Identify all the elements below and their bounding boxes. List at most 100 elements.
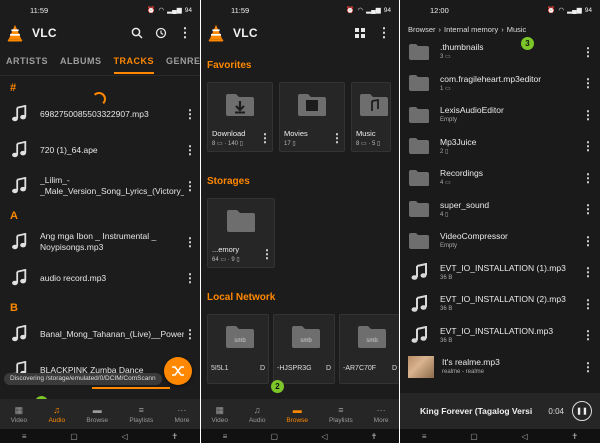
pause-button[interactable]: ❚❚ (572, 401, 592, 421)
bottom-navigation: ▦ Video ♫ Audio ▬ Browse ≡ Playlists ··· More (201, 399, 399, 429)
nav-playlists[interactable]: ≡ Playlists (129, 405, 153, 424)
nav-video[interactable]: ▦ Video (211, 405, 228, 424)
favorite-card-movies[interactable]: Movies 17 ▯ ⋮ (279, 82, 345, 152)
overflow-menu-icon[interactable]: ⋮ (375, 24, 393, 42)
mini-player[interactable]: King Forever (Tagalog Versi 0:04 ❚❚ (400, 393, 600, 429)
status-icons: ⏰ ◠ ▂▄▆ 94 (346, 6, 391, 15)
menu-key-icon[interactable]: ≡ (223, 432, 228, 441)
more-options-icon[interactable]: ⋮ (582, 329, 594, 341)
shuffle-all-button[interactable] (164, 357, 192, 385)
home-key-icon[interactable]: ▢ (271, 432, 279, 441)
menu-key-icon[interactable]: ≡ (22, 432, 27, 441)
more-options-icon[interactable]: ⋮ (582, 140, 594, 152)
audio-file-row[interactable]: EVT_IO_INSTALLATION (2).mp3 36 B ⋮ (400, 288, 600, 320)
folder-icon (409, 169, 429, 186)
audio-file-row[interactable]: It's realme.mp3 realme - realme ⋮ (400, 351, 600, 383)
accessibility-icon[interactable]: ✝ (171, 432, 178, 441)
favorite-card-download[interactable]: Download 8 ▭ · 140 ▯ ⋮ (207, 82, 273, 152)
tab-tracks[interactable]: TRACKS (113, 46, 155, 76)
folder-row[interactable]: LexisAudioEditor Empty ⋮ (400, 99, 600, 131)
breadcrumb-item[interactable]: Browser (408, 25, 436, 34)
network-share-card[interactable]: smb -HJSPR3G D (273, 314, 335, 384)
more-options-icon[interactable]: ⋮ (582, 109, 594, 121)
search-icon[interactable] (128, 24, 146, 42)
overflow-menu-icon[interactable]: ⋮ (176, 24, 194, 42)
more-options-icon[interactable]: ⋮ (582, 361, 594, 373)
audio-file-row[interactable]: EVT_IO_INSTALLATION.mp3 36 B ⋮ (400, 320, 600, 352)
status-bar: 11:59 ⏰ ◠ ▂▄▆ 94 (201, 0, 399, 20)
more-options-icon[interactable]: ⋮ (582, 266, 594, 278)
audio-file-row[interactable]: EVT_IO_INSTALLATION (1).mp3 36 B ⋮ (400, 257, 600, 289)
home-key-icon[interactable]: ▢ (470, 432, 478, 441)
network-share-card[interactable]: smb -AR7C70F D (339, 314, 399, 384)
signal-icon: ▂▄▆ (567, 7, 582, 14)
more-options-icon[interactable]: ⋮ (582, 203, 594, 215)
more-options-icon[interactable]: ⋮ (331, 132, 343, 144)
folder-row[interactable]: super_sound 4 ▯ ⋮ (400, 194, 600, 226)
folder-row[interactable]: com.fragileheart.mp3editor 1 ▭ ⋮ (400, 68, 600, 100)
history-icon[interactable] (152, 24, 170, 42)
menu-key-icon[interactable]: ≡ (422, 432, 427, 441)
list-item[interactable]: Ang mga Ibon _ Instrumental _ Noypisongs… (0, 224, 200, 260)
music-note-icon (12, 105, 27, 122)
back-key-icon[interactable]: ◁ (522, 432, 528, 441)
more-options-icon[interactable]: ⋮ (184, 328, 196, 340)
wifi-icon: ◠ (158, 7, 165, 14)
playlist-icon: ≡ (138, 404, 144, 415)
nav-audio[interactable]: ♫ Audio (48, 405, 65, 424)
nav-more[interactable]: ··· More (175, 405, 190, 424)
nav-playlists[interactable]: ≡ Playlists (329, 405, 353, 424)
more-options-icon[interactable]: ⋮ (184, 272, 196, 284)
view-list-icon[interactable] (351, 24, 369, 42)
back-key-icon[interactable]: ◁ (321, 432, 327, 441)
more-options-icon[interactable]: ⋮ (261, 248, 273, 260)
app-bar: VLC ⋮ (201, 20, 399, 46)
nav-label: Browse (286, 416, 309, 424)
folder-row[interactable]: VideoCompressor Empty ⋮ (400, 225, 600, 257)
nav-browse[interactable]: ▬ Browse (286, 405, 308, 424)
nav-audio[interactable]: ♫ Audio (249, 405, 266, 424)
back-key-icon[interactable]: ◁ (122, 432, 128, 441)
list-item[interactable]: audio record.mp3 ⋮ (0, 260, 200, 296)
more-options-icon[interactable]: ⋮ (582, 172, 594, 184)
favorite-card-music[interactable]: Music 8 ▭ · 5 ▯ (351, 82, 391, 152)
status-time: 11:59 (30, 5, 49, 15)
more-options-icon[interactable]: ⋮ (259, 132, 271, 144)
more-options-icon[interactable]: ⋮ (184, 180, 196, 192)
network-share-card[interactable]: smb 5I5L1 D (207, 314, 269, 384)
nav-browse[interactable]: ▬ Browse (86, 405, 108, 424)
list-item[interactable]: 720 (1)_64.ape ⋮ (0, 132, 200, 168)
more-options-icon[interactable]: ⋮ (582, 298, 594, 310)
storage-meta: 64 ▭ · 9 ▯ (212, 257, 240, 263)
folder-row[interactable]: .thumbnails 3 ▭ ⋮ (400, 36, 600, 68)
file-name: LexisAudioEditor (440, 105, 504, 116)
more-options-icon[interactable]: ⋮ (582, 235, 594, 247)
more-options-icon[interactable]: ⋮ (582, 46, 594, 58)
more-options-icon[interactable]: ⋮ (184, 236, 196, 248)
tab-genres[interactable]: GENRES (166, 46, 200, 76)
list-item[interactable]: _Lilim_-_Male_Version_Song_Lyrics_(Victo… (0, 168, 200, 204)
tab-artists[interactable]: ARTISTS (6, 46, 48, 76)
file-meta: 4 ▯ (440, 211, 449, 218)
home-key-icon[interactable]: ▢ (70, 432, 78, 441)
wifi-icon: ◠ (558, 7, 565, 14)
track-title: 720 (1)_64.ape (40, 144, 98, 155)
step-badge: 2 (271, 380, 284, 393)
folder-row[interactable]: Recordings 4 ▭ ⋮ (400, 162, 600, 194)
folder-icon (227, 210, 255, 232)
accessibility-icon[interactable]: ✝ (371, 432, 378, 441)
breadcrumb-item[interactable]: Music (507, 25, 527, 34)
accessibility-icon[interactable]: ✝ (571, 432, 578, 441)
tab-albums[interactable]: ALBUMS (60, 46, 102, 76)
more-options-icon[interactable]: ⋮ (582, 77, 594, 89)
breadcrumb-item[interactable]: Internal memory (444, 25, 498, 34)
more-options-icon[interactable]: ⋮ (184, 144, 196, 156)
list-item[interactable]: Banal_Mong_Tahanan_(Live)__Powerhouse_Wo… (0, 316, 200, 352)
network-name: -AR7C70F (343, 365, 377, 372)
nav-more[interactable]: ··· More (374, 405, 389, 424)
more-options-icon[interactable]: ⋮ (184, 108, 196, 120)
folder-row[interactable]: Mp3Juice 2 ▯ ⋮ (400, 131, 600, 163)
favorites-header: Favorites (207, 59, 252, 71)
nav-video[interactable]: ▦ Video (11, 405, 28, 424)
storage-card-internal[interactable]: ...emory 64 ▭ · 9 ▯ ⋮ (207, 198, 275, 268)
